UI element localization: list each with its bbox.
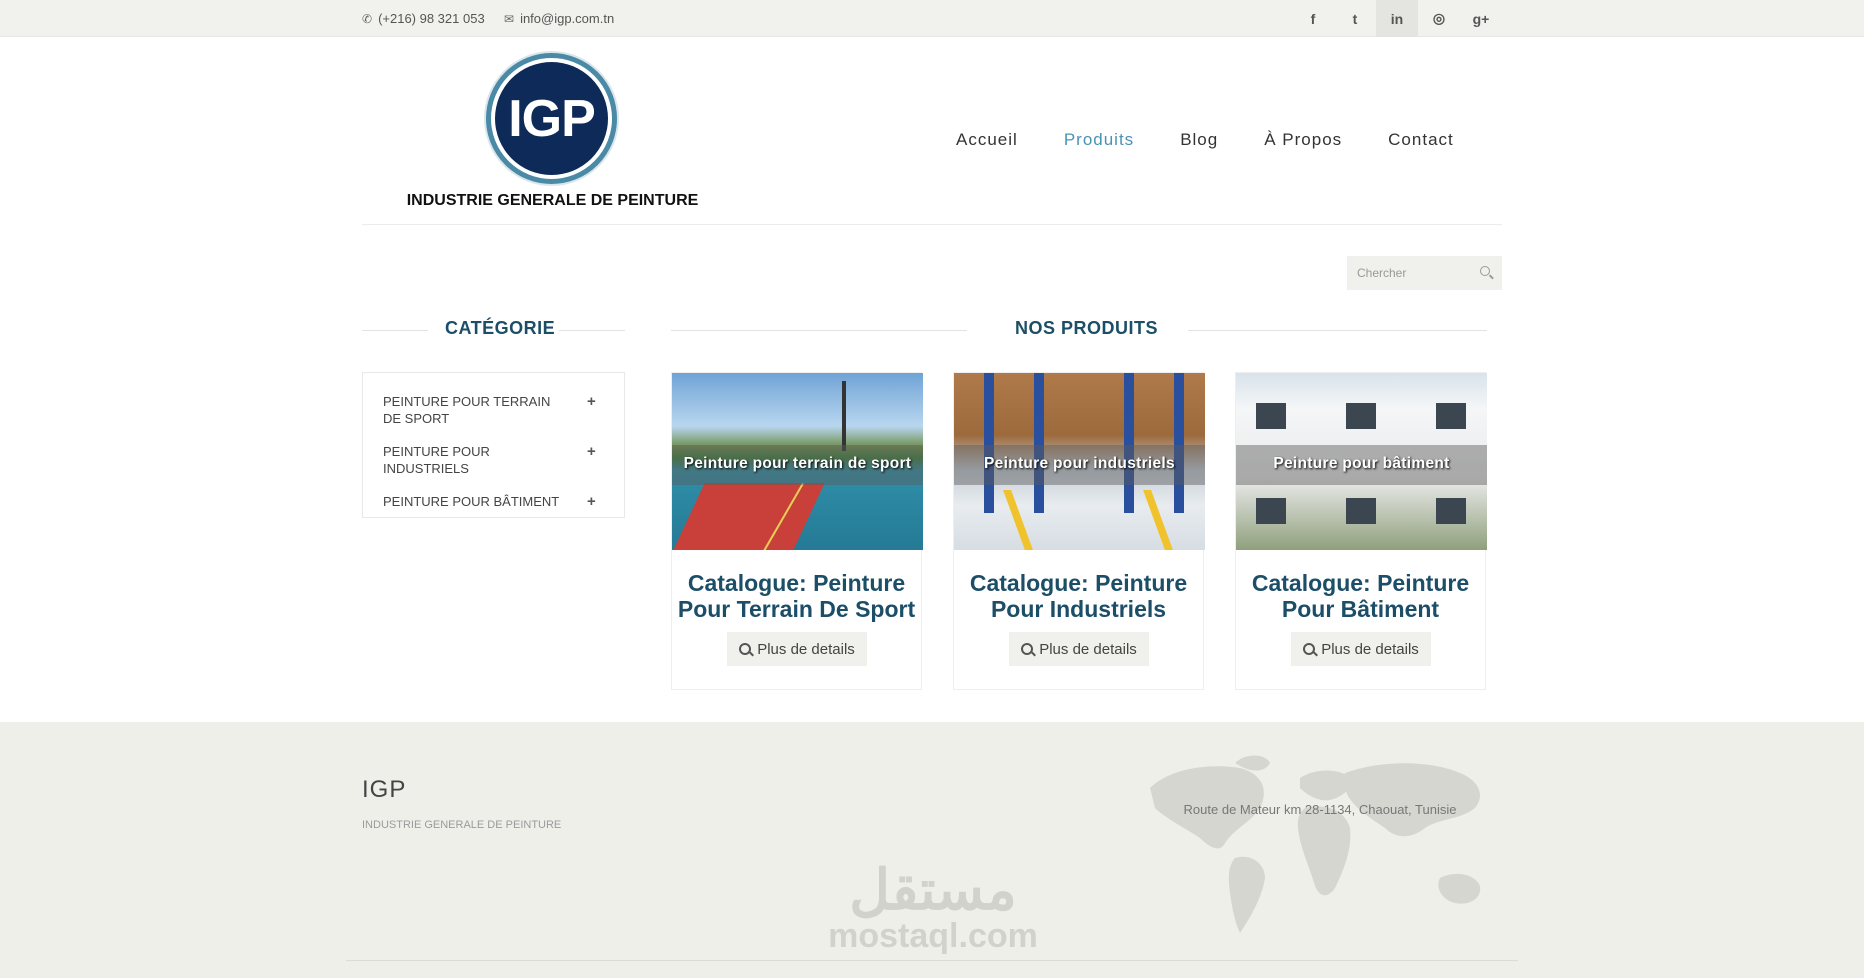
products-title-line-right [1188,330,1487,331]
watermark-latin: mostaql.com [828,917,1038,955]
product-card-sport: Peinture pour terrain de sport Catalogue… [671,372,923,690]
footer-address: Route de Mateur km 28-1134, Chaouat, Tun… [1183,802,1457,817]
category-title-line-right [559,330,625,331]
envelope-icon: ✉ [504,11,515,26]
search-icon [1021,643,1034,655]
category-list: PEINTURE POUR TERRAIN DE SPORT + PEINTUR… [362,372,625,518]
details-button-label: Plus de details [757,640,855,658]
details-button[interactable]: Plus de details [1291,632,1431,666]
dribbble-icon[interactable]: ◎ [1418,0,1460,37]
category-item[interactable]: PEINTURE POUR TERRAIN DE SPORT + [383,393,596,427]
topbar: ✆ (+216) 98 321 053 ✉ info@igp.com.tn f … [0,0,1864,37]
watermark: مستقل mostaql.com [818,858,1048,955]
footer-subtitle: INDUSTRIE GENERALE DE PEINTURE [362,819,562,831]
search-icon [739,643,752,655]
logo[interactable]: IGP [486,53,617,184]
product-image-sport[interactable]: Peinture pour terrain de sport [672,373,923,550]
watermark-arabic: مستقل [849,858,1017,921]
details-button[interactable]: Plus de details [1009,632,1149,666]
linkedin-icon[interactable]: in [1376,0,1418,37]
details-button-label: Plus de details [1039,640,1137,658]
footer-brand: IGP [362,776,407,803]
plus-icon[interactable]: + [587,443,596,460]
plus-icon[interactable]: + [587,393,596,410]
product-title[interactable]: Catalogue: Peinture Pour Bâtiment [1236,570,1485,622]
google-plus-icon[interactable]: g+ [1460,0,1502,37]
product-image-caption: Peinture pour bâtiment [1273,455,1450,472]
search-icon[interactable] [1480,266,1490,276]
nav-item-accueil[interactable]: Accueil [956,130,1018,150]
footer-divider [346,960,1518,961]
product-image-industriels[interactable]: Peinture pour industriels [954,373,1205,550]
products-title: NOS PRODUITS [1015,318,1159,338]
nav-item-produits[interactable]: Produits [1064,130,1134,150]
category-item[interactable]: PEINTURE POUR BÂTIMENT + [383,493,596,510]
category-item[interactable]: PEINTURE POUR INDUSTRIELS + [383,443,596,477]
search-input[interactable] [1357,266,1472,280]
email-contact[interactable]: ✉ info@igp.com.tn [504,0,614,37]
phone-contact[interactable]: ✆ (+216) 98 321 053 [362,0,485,37]
search-box [1347,256,1502,290]
products-title-line-left [671,330,967,331]
logo-subtitle: INDUSTRIE GENERALE DE PEINTURE [406,192,699,209]
category-item-label: PEINTURE POUR INDUSTRIELS [383,444,490,476]
logo-mark: IGP [495,62,608,175]
email-text: info@igp.com.tn [520,11,615,26]
product-image-batiment[interactable]: Peinture pour bâtiment [1236,373,1487,550]
header-divider [362,224,1502,225]
plus-icon[interactable]: + [587,493,596,510]
product-image-caption: Peinture pour terrain de sport [683,455,912,472]
category-title: CATÉGORIE [445,318,556,338]
product-image-caption: Peinture pour industriels [984,455,1175,472]
social-links: f t in ◎ g+ [1292,0,1502,37]
nav-item-blog[interactable]: Blog [1180,130,1218,150]
details-button-label: Plus de details [1321,640,1419,658]
main-nav: Accueil Produits Blog À Propos Contact [956,130,1500,150]
phone-icon: ✆ [362,11,373,26]
product-card-batiment: Peinture pour bâtiment Catalogue: Peintu… [1235,372,1487,690]
category-title-line-left [362,330,428,331]
footer: IGP INDUSTRIE GENERALE DE PEINTURE Route… [0,722,1864,978]
product-title[interactable]: Catalogue: Peinture Pour Terrain De Spor… [672,570,921,622]
phone-text: (+216) 98 321 053 [378,11,485,26]
product-title[interactable]: Catalogue: Peinture Pour Industriels [954,570,1203,622]
product-card-industriels: Peinture pour industriels Catalogue: Pei… [953,372,1205,690]
category-item-label: PEINTURE POUR BÂTIMENT [383,494,560,509]
twitter-icon[interactable]: t [1334,0,1376,37]
nav-item-a-propos[interactable]: À Propos [1264,130,1342,150]
search-icon [1303,643,1316,655]
nav-item-contact[interactable]: Contact [1388,130,1454,150]
world-map-icon [1150,755,1481,933]
details-button[interactable]: Plus de details [727,632,867,666]
category-item-label: PEINTURE POUR TERRAIN DE SPORT [383,394,551,426]
facebook-icon[interactable]: f [1292,0,1334,37]
